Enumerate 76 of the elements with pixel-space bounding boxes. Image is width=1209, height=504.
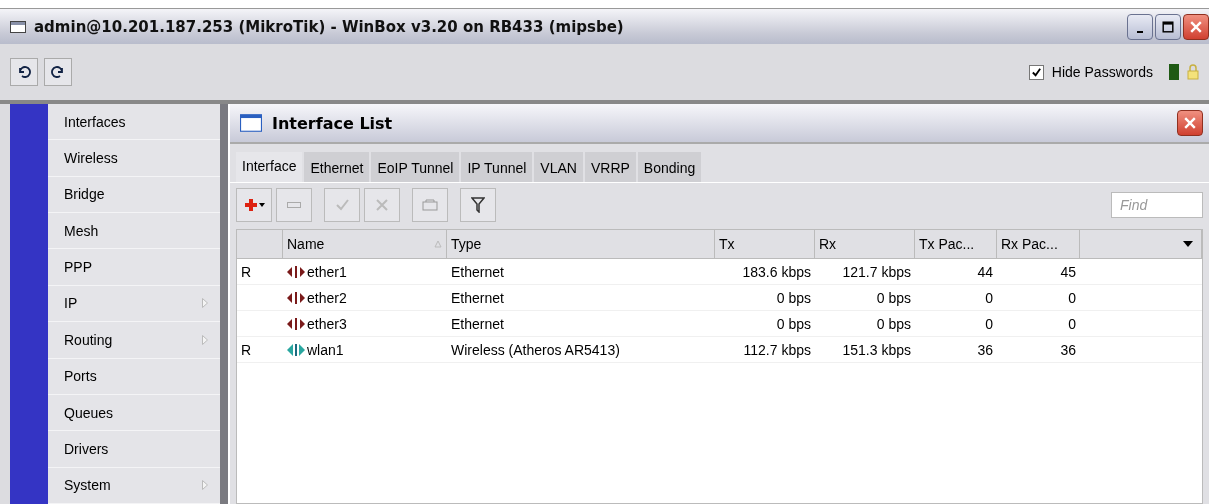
tab[interactable]: VLAN — [534, 152, 583, 182]
maximize-button[interactable] — [1155, 13, 1181, 40]
submenu-arrow-icon — [202, 334, 208, 345]
ethernet-interface-icon — [287, 317, 305, 330]
window-icon — [10, 20, 26, 33]
table-cell-text: 183.6 kbps — [741, 262, 812, 282]
table-cell-text: Ethernet — [450, 262, 505, 282]
table-cell-text: 121.7 kbps — [841, 262, 912, 282]
checkbox-label: Hide Passwords — [1051, 64, 1153, 80]
table-cell-text: R — [240, 340, 253, 360]
window-icon — [240, 114, 262, 132]
checkbox[interactable] — [1028, 64, 1044, 80]
window-title: admin@10.201.187.253 (MikroTik) - WinBox v3.20 on RB433 (mipsbe) — [34, 17, 624, 36]
check-icon — [335, 198, 349, 212]
tab[interactable]: VRRP — [584, 152, 636, 182]
submenu-arrow-icon — [202, 480, 208, 491]
table-cell-text: 112.7 kbps — [742, 340, 812, 360]
table-cell-text: 0 bps — [775, 288, 812, 308]
wireless-interface-icon — [287, 343, 305, 356]
column-header[interactable]: Rx — [815, 230, 915, 258]
lock-icon — [1187, 64, 1199, 80]
sort-arrow-icon — [434, 240, 442, 248]
table-cell-text: 0 — [1067, 288, 1077, 308]
table-cell-text: 0 — [984, 288, 994, 308]
tab[interactable]: EoIP Tunnel — [371, 152, 460, 182]
table-cell-text: 0 bps — [775, 314, 812, 334]
table-cell-text: 0 bps — [875, 288, 912, 308]
note-icon — [422, 199, 438, 211]
table-cell-text: 36 — [1059, 340, 1077, 360]
table-cell-text: 0 — [984, 314, 994, 334]
table-cell-text: 45 — [1059, 262, 1077, 282]
redo-button[interactable] — [44, 58, 72, 86]
table-cell-text: R — [240, 262, 253, 282]
close-icon — [1190, 20, 1202, 33]
tab[interactable]: Bonding — [637, 152, 702, 182]
column-header[interactable]: Rx Pac... — [997, 230, 1080, 258]
submenu-arrow-icon — [202, 298, 208, 309]
window-title: Interface List — [272, 113, 393, 133]
filter-icon — [471, 197, 485, 213]
close-icon — [1184, 117, 1196, 129]
interface-name: ether3 — [307, 315, 347, 332]
column-header[interactable]: Tx Pac... — [915, 230, 997, 258]
ethernet-interface-icon — [287, 265, 305, 278]
table-cell-text: Ethernet — [450, 314, 505, 334]
maximize-icon — [1162, 20, 1174, 33]
interface-name: wlan1 — [307, 341, 344, 358]
table-cell-text: Ethernet — [450, 288, 505, 308]
minus-icon — [287, 202, 301, 208]
table-cell-text: 36 — [976, 340, 994, 360]
minimize-icon — [1137, 30, 1143, 33]
table-cell-text: 0 — [1067, 314, 1077, 334]
cross-icon — [375, 198, 389, 212]
interface-name: ether2 — [307, 289, 347, 306]
column-header[interactable]: Type — [447, 230, 715, 258]
filter-button[interactable] — [460, 188, 496, 222]
undo-button[interactable] — [10, 58, 38, 86]
column-header[interactable]: Tx — [715, 230, 815, 258]
ethernet-interface-icon — [287, 291, 305, 304]
redo-arrow-icon — [51, 65, 65, 79]
add-button[interactable] — [236, 188, 272, 222]
tab[interactable]: Interface — [236, 152, 303, 182]
status-square-icon — [1169, 64, 1179, 80]
column-header[interactable]: Name — [283, 230, 447, 258]
tab[interactable]: IP Tunnel — [461, 152, 533, 182]
table-cell-text: Wireless (Atheros AR5413) — [450, 340, 621, 360]
find-field[interactable]: Find — [1111, 192, 1203, 218]
minimize-button[interactable] — [1127, 13, 1153, 40]
interface-name: ether1 — [307, 263, 347, 280]
table-cell-text: 0 bps — [875, 314, 912, 334]
table-cell-text: 151.3 kbps — [841, 340, 912, 360]
close-button[interactable] — [1183, 13, 1209, 40]
tab[interactable]: Ethernet — [304, 152, 370, 182]
plus-icon — [243, 198, 265, 212]
undo-arrow-icon — [17, 65, 31, 79]
table-cell-text: 44 — [976, 262, 994, 282]
close-button[interactable] — [1177, 110, 1203, 136]
